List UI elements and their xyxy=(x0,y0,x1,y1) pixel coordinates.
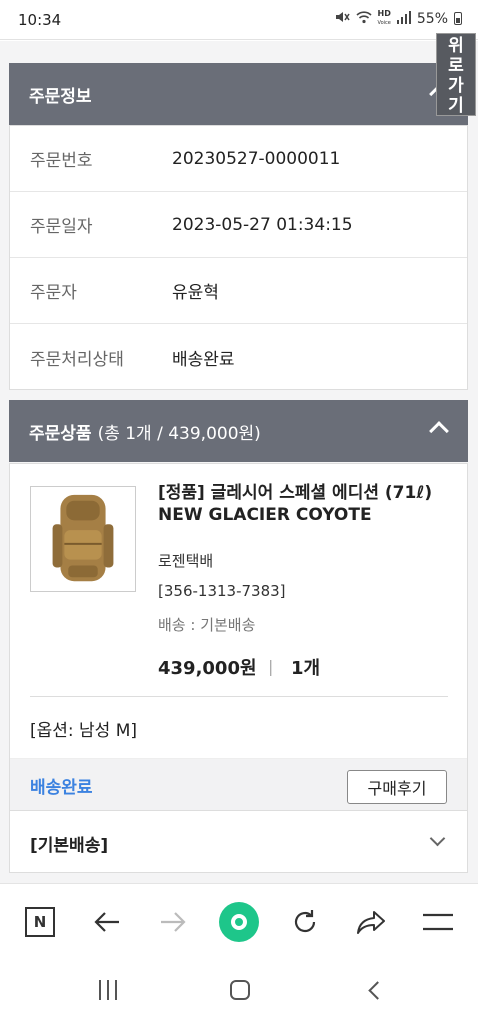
scroll-top-char-4: 기 xyxy=(448,96,464,116)
browser-toolbar: N xyxy=(0,883,478,961)
order-status-value: 배송완료 xyxy=(172,349,235,370)
refresh-icon xyxy=(294,910,316,933)
recent-apps-icon xyxy=(99,980,117,1000)
naver-n-icon: N xyxy=(25,907,55,937)
share-icon xyxy=(357,911,385,934)
battery-percent: 55% xyxy=(416,10,448,27)
share-button[interactable] xyxy=(351,902,391,942)
arrow-right-icon xyxy=(161,912,186,932)
shipping-group-label: [기본배송] xyxy=(30,836,109,856)
divider xyxy=(30,696,448,697)
wifi-icon xyxy=(355,10,372,27)
chevron-down-icon[interactable] xyxy=(429,830,446,847)
home-icon xyxy=(230,980,250,1000)
order-status-row: 주문처리상태 배송완료 xyxy=(10,324,467,390)
order-date-value: 2023-05-27 01:34:15 xyxy=(172,214,353,235)
back-button[interactable] xyxy=(87,902,127,942)
shipping-group-row[interactable]: [기본배송] xyxy=(10,810,467,872)
page-content: 주문정보 주문번호 20230527-0000011 주문일자 2023-05-… xyxy=(0,41,478,883)
price-separator: | xyxy=(268,657,274,676)
product-title-line1: [정품] 글레시어 스페셜 에디션 (71ℓ) xyxy=(158,483,433,503)
green-dot-icon xyxy=(219,902,259,942)
order-status-label: 주문처리상태 xyxy=(30,349,124,370)
order-info-table: 주문번호 20230527-0000011 주문일자 2023-05-27 01… xyxy=(9,125,468,390)
product-price: 439,000원 xyxy=(158,658,257,679)
product-card: [정품] 글레시어 스페셜 에디션 (71ℓ) NEW GLACIER COYO… xyxy=(9,463,468,873)
orderer-row: 주문자 유윤혁 xyxy=(10,258,467,324)
delivery-status: 배송완료 xyxy=(30,778,93,798)
order-date-row: 주문일자 2023-05-27 01:34:15 xyxy=(10,192,467,258)
hd-label: HD xyxy=(377,9,391,18)
shipping-type: 배송 : 기본배송 xyxy=(158,616,256,634)
tracking-number[interactable]: [356-1313-7383] xyxy=(158,582,286,600)
green-dot-button[interactable] xyxy=(219,902,259,942)
order-info-title: 주문정보 xyxy=(29,86,92,107)
product-thumbnail[interactable] xyxy=(30,486,136,592)
courier-name: 로젠택배 xyxy=(158,552,214,570)
recent-apps-button[interactable] xyxy=(88,975,128,1005)
product-option: [옵션: 남성 M] xyxy=(30,721,138,741)
orderer-label: 주문자 xyxy=(30,283,77,303)
order-products-summary: (총 1개 / 439,000원) xyxy=(97,423,261,444)
order-products-title: 주문상품 xyxy=(29,423,92,444)
order-info-header[interactable]: 주문정보 xyxy=(9,63,468,125)
status-bar: 10:34 HD Voice 55% xyxy=(0,0,478,40)
system-back-button[interactable] xyxy=(354,975,394,1005)
forward-button[interactable] xyxy=(153,902,193,942)
system-navigation-bar xyxy=(0,961,478,1024)
arrow-left-icon xyxy=(94,912,119,932)
order-number-label: 주문번호 xyxy=(30,151,93,171)
status-icons: HD Voice 55% xyxy=(334,10,462,27)
order-number-row: 주문번호 20230527-0000011 xyxy=(10,126,467,192)
naver-home-button[interactable]: N xyxy=(20,902,60,942)
order-number-value: 20230527-0000011 xyxy=(172,148,341,169)
product-title-line2: NEW GLACIER COYOTE xyxy=(158,505,372,525)
chevron-up-icon[interactable] xyxy=(429,421,449,441)
backpack-image xyxy=(31,487,135,591)
battery-icon xyxy=(454,12,462,25)
order-date-label: 주문일자 xyxy=(30,217,93,237)
mute-icon xyxy=(334,10,350,27)
scroll-top-char-2: 로 xyxy=(448,56,464,76)
scroll-top-button[interactable]: 위 로 가 기 xyxy=(436,33,476,116)
status-time: 10:34 xyxy=(18,11,62,29)
menu-button[interactable] xyxy=(418,902,458,942)
orderer-value: 유윤혁 xyxy=(172,283,219,303)
product-quantity: 1개 xyxy=(291,658,321,679)
order-products-header[interactable]: 주문상품 (총 1개 / 439,000원) xyxy=(9,400,468,462)
home-button[interactable] xyxy=(220,975,260,1005)
signal-icon xyxy=(396,10,411,27)
review-button[interactable]: 구매후기 xyxy=(347,770,447,804)
scroll-top-char-1: 위 xyxy=(448,36,464,56)
hamburger-menu-icon xyxy=(423,913,453,931)
hd-sub-label: Voice xyxy=(377,20,391,26)
back-chevron-icon xyxy=(367,980,387,1000)
product-title[interactable]: [정품] 글레시어 스페셜 에디션 (71ℓ) NEW GLACIER COYO… xyxy=(158,482,470,526)
hd-voice-icon: HD Voice xyxy=(378,10,391,27)
refresh-button[interactable] xyxy=(285,902,325,942)
delivery-status-row: 배송완료 구매후기 xyxy=(10,758,467,810)
scroll-top-char-3: 가 xyxy=(448,76,464,96)
